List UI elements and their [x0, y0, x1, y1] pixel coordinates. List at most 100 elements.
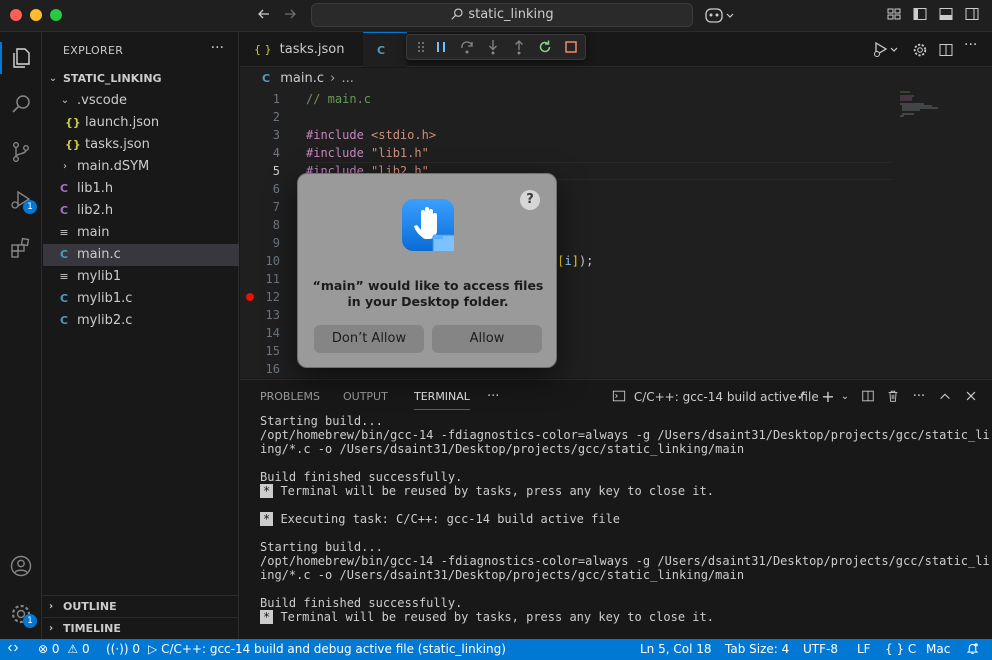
- tree-item-main[interactable]: ≡ main: [43, 222, 239, 244]
- terminal-line: * Terminal will be reused by tasks, pres…: [260, 484, 990, 498]
- end-of-line[interactable]: LF: [857, 639, 871, 660]
- help-button[interactable]: ?: [520, 190, 540, 210]
- restart-icon[interactable]: [537, 39, 553, 55]
- tab-output[interactable]: OUTPUT: [343, 380, 388, 414]
- terminal-name: C/C++: gcc-14 build active file: [633, 390, 819, 404]
- tree-item-launch-json[interactable]: {} launch.json: [43, 112, 239, 134]
- platform[interactable]: Mac: [926, 639, 950, 660]
- notifications-bell-icon[interactable]: [966, 639, 979, 660]
- dialog-message: “main” would like to access files in you…: [312, 278, 544, 309]
- ports-status[interactable]: ((·)) 0: [106, 639, 140, 660]
- more-actions-icon[interactable]: ···: [964, 37, 977, 53]
- run-debug-play-icon[interactable]: [872, 41, 902, 62]
- tree-item-vscode[interactable]: ⌄ .vscode: [43, 90, 239, 112]
- problems-status[interactable]: ⊗ 0 ⚠ 0: [38, 639, 90, 660]
- cursor-position[interactable]: Ln 5, Col 18: [640, 639, 712, 660]
- manage-gear-icon[interactable]: 1: [5, 598, 37, 630]
- toggle-panel-icon[interactable]: [938, 6, 954, 26]
- terminal-line: /opt/homebrew/bin/gcc-14 -fdiagnostics-c…: [260, 554, 990, 568]
- editor-tabs: { } tasks.json C m ···: [240, 32, 992, 93]
- window-minimize-button[interactable]: [30, 9, 42, 21]
- search-icon[interactable]: [5, 88, 37, 120]
- extensions-icon[interactable]: [5, 232, 37, 264]
- explorer-root-folder[interactable]: ⌄ STATIC_LINKING: [43, 68, 239, 90]
- back-arrow-icon[interactable]: [254, 6, 274, 26]
- breadcrumb-file[interactable]: main.c: [280, 71, 324, 86]
- window-maximize-button[interactable]: [50, 9, 62, 21]
- language-mode[interactable]: { } C: [885, 639, 916, 660]
- check-icon[interactable]: ✓: [794, 389, 810, 405]
- settings-gear-icon[interactable]: [912, 42, 928, 61]
- window-close-button[interactable]: [10, 9, 22, 21]
- braces-icon: { }: [885, 642, 905, 656]
- tab-main-c[interactable]: C m: [363, 32, 407, 93]
- explorer-more-actions[interactable]: ···: [211, 40, 224, 56]
- outline-section-header[interactable]: › OUTLINE: [43, 595, 239, 617]
- tab-size[interactable]: Tab Size: 4: [725, 639, 789, 660]
- panel-more-actions[interactable]: ···: [487, 380, 499, 414]
- tree-item-main-dsym[interactable]: › main.dSYM: [43, 156, 239, 178]
- tab-terminal[interactable]: TERMINAL: [414, 380, 470, 410]
- split-terminal-icon[interactable]: [860, 389, 876, 405]
- timeline-section-header[interactable]: › TIMELINE: [43, 617, 239, 639]
- close-panel-icon[interactable]: [963, 389, 979, 405]
- run-and-debug-icon[interactable]: 1: [5, 184, 37, 216]
- terminal-line: Starting build...: [260, 414, 383, 428]
- tab-problems[interactable]: PROBLEMS: [260, 380, 320, 414]
- more-actions-icon[interactable]: ···: [911, 389, 927, 405]
- toggle-secondary-sidebar-icon[interactable]: [964, 6, 980, 26]
- terminal-line: /opt/homebrew/bin/gcc-14 -fdiagnostics-c…: [260, 428, 990, 442]
- debug-task-status[interactable]: ▷ C/C++: gcc-14 build and debug active f…: [148, 639, 506, 660]
- pause-icon[interactable]: [433, 39, 449, 55]
- chevron-right-icon: ›: [49, 601, 54, 612]
- breadcrumb-more[interactable]: ...: [341, 71, 353, 86]
- c-file-icon: C: [262, 72, 271, 85]
- explorer-title: EXPLORER: [63, 44, 124, 57]
- command-center-search[interactable]: static_linking: [311, 3, 693, 27]
- terminal-line: * Terminal will be reused by tasks, pres…: [260, 610, 990, 624]
- chevron-down-icon[interactable]: ⌄: [837, 389, 853, 405]
- search-icon: [451, 8, 463, 20]
- command-center-text: static_linking: [468, 7, 554, 22]
- tree-item-main-c[interactable]: C main.c: [43, 244, 239, 266]
- breadcrumb: C main.c › ...: [240, 68, 992, 90]
- drag-handle-icon[interactable]: [413, 39, 429, 55]
- terminal-selector[interactable]: C/C++: gcc-14 build active file: [612, 380, 819, 414]
- allow-button[interactable]: Allow: [432, 325, 542, 353]
- maximize-panel-icon[interactable]: [937, 389, 953, 405]
- permission-dialog: ? “main” would like to access files in y…: [297, 173, 557, 368]
- dont-allow-button[interactable]: Don’t Allow: [314, 325, 424, 353]
- trash-icon[interactable]: [885, 389, 901, 405]
- step-over-icon[interactable]: [459, 39, 475, 55]
- remote-indicator-icon[interactable]: [0, 639, 26, 660]
- tree-item-mylib1-c[interactable]: C mylib1.c: [43, 288, 239, 310]
- encoding[interactable]: UTF-8: [803, 639, 838, 660]
- terminal-line: ing/*.c -o /Users/dsaint31/Desktop/proje…: [260, 568, 745, 582]
- step-out-icon[interactable]: [511, 39, 527, 55]
- terminal-line: Build finished successfully.: [260, 596, 463, 610]
- forward-arrow-icon[interactable]: [280, 6, 300, 26]
- run-debug-icon: ▷: [148, 642, 158, 656]
- stop-icon[interactable]: [563, 39, 579, 55]
- code-line: 4 #include "lib1.h": [272, 146, 429, 160]
- source-control-icon[interactable]: [5, 136, 37, 168]
- tree-item-lib1-h[interactable]: C lib1.h: [43, 178, 239, 200]
- explorer-icon[interactable]: [0, 42, 37, 74]
- new-terminal-plus-icon[interactable]: +: [820, 389, 836, 405]
- toggle-primary-sidebar-icon[interactable]: [912, 6, 928, 26]
- terminal-output[interactable]: Starting build... /opt/homebrew/bin/gcc-…: [260, 414, 990, 624]
- copilot-icon[interactable]: [704, 6, 736, 26]
- minimap[interactable]: [898, 90, 948, 130]
- customize-layout-icon[interactable]: [886, 6, 902, 26]
- tree-item-mylib1[interactable]: ≡ mylib1: [43, 266, 239, 288]
- tree-item-tasks-json[interactable]: {} tasks.json: [43, 134, 239, 156]
- debug-toolbar: [406, 34, 586, 60]
- split-editor-icon[interactable]: [938, 42, 954, 61]
- tree-item-lib2-h[interactable]: C lib2.h: [43, 200, 239, 222]
- tab-tasks-json[interactable]: { } tasks.json: [240, 32, 362, 67]
- bottom-panel: PROBLEMS OUTPUT TERMINAL ··· C/C++: gcc-…: [240, 379, 992, 639]
- accounts-icon[interactable]: [5, 550, 37, 582]
- tree-item-mylib2-c[interactable]: C mylib2.c: [43, 310, 239, 332]
- step-into-icon[interactable]: [485, 39, 501, 55]
